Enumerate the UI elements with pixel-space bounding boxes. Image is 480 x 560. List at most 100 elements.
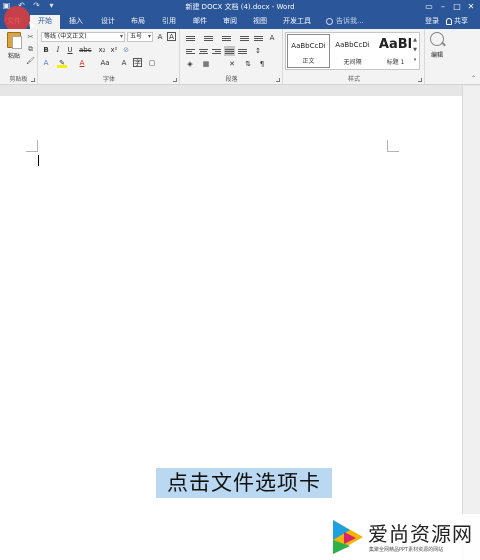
clear-format-icon[interactable]: ⊘ bbox=[121, 45, 131, 55]
ribbon: 粘贴 ✂ ⧉ 🖌 剪贴板 等线 (中文正文) 五号 A A B I U abc … bbox=[0, 29, 480, 85]
copy-icon[interactable]: ⧉ bbox=[26, 45, 35, 53]
font-launcher-icon[interactable] bbox=[173, 78, 177, 82]
paste-label: 粘贴 bbox=[7, 53, 20, 60]
tab-view[interactable]: 视图 bbox=[246, 15, 274, 29]
minimize-icon[interactable]: – bbox=[436, 0, 450, 13]
vertical-scrollbar[interactable] bbox=[462, 86, 480, 560]
find-icon bbox=[430, 32, 444, 46]
paste-button[interactable]: 粘贴 bbox=[3, 31, 25, 65]
style-name: 无间隔 bbox=[343, 59, 362, 66]
subscript-button[interactable]: x₂ bbox=[97, 45, 107, 55]
styles-gallery: AaBbCcDi 正文 AaBbCcDi 无间隔 AaBl 标题 1 ▲ ▼ ▾ bbox=[285, 32, 420, 70]
group-clipboard: 粘贴 ✂ ⧉ 🖌 剪贴板 bbox=[0, 29, 38, 85]
person-icon bbox=[446, 17, 452, 25]
tab-insert[interactable]: 插入 bbox=[62, 15, 90, 29]
watermark: 爱尚资源网 集聚全网精品PPT素材资源的网站 bbox=[326, 514, 480, 560]
format-painter-icon[interactable]: 🖌 bbox=[26, 57, 35, 65]
underline-button[interactable]: U bbox=[65, 45, 75, 55]
shading-icon[interactable]: ◈ bbox=[185, 59, 195, 69]
cut-icon[interactable]: ✂ bbox=[26, 33, 35, 41]
style-name: 标题 1 bbox=[386, 59, 405, 66]
collapse-ribbon-icon[interactable]: ⌃ bbox=[471, 75, 476, 82]
tab-design[interactable]: 设计 bbox=[94, 15, 122, 29]
tell-me-box[interactable]: 告诉我... bbox=[326, 16, 364, 26]
style-normal[interactable]: AaBbCcDi 正文 bbox=[287, 34, 330, 68]
highlight-color-icon[interactable]: ✎ bbox=[57, 58, 67, 68]
lightbulb-icon bbox=[326, 17, 333, 25]
watermark-title: 爱尚资源网 bbox=[368, 522, 473, 546]
bold-button[interactable]: B bbox=[41, 45, 51, 55]
justify-icon[interactable] bbox=[224, 46, 235, 56]
style-preview: AaBbCcDi bbox=[291, 42, 326, 50]
decrease-indent-icon[interactable] bbox=[239, 33, 250, 43]
change-case-icon[interactable]: Aa bbox=[97, 58, 113, 68]
title-bar: ▣ ↶ ↷ ▾ 新建 DOCX 文档 (4).docx - Word ▭ – □… bbox=[0, 0, 480, 13]
style-preview: AaBbCcDi bbox=[335, 41, 370, 49]
maximize-icon[interactable]: □ bbox=[450, 0, 464, 13]
crop-mark-top-right bbox=[387, 140, 399, 152]
style-preview: AaBl bbox=[378, 37, 413, 52]
tab-references[interactable]: 引用 bbox=[155, 15, 183, 29]
align-left-icon[interactable] bbox=[185, 46, 196, 56]
show-formatting-icon[interactable]: ¶ bbox=[257, 59, 267, 69]
strikethrough-button[interactable]: abc bbox=[79, 45, 92, 55]
line-spacing-icon[interactable]: ↕ bbox=[253, 46, 263, 56]
window-title: 新建 DOCX 文档 (4).docx - Word bbox=[185, 3, 295, 11]
align-right-icon[interactable] bbox=[211, 46, 222, 56]
group-paragraph: A ↕ ◈ ▦ ✕ ⇅ ¶ 段落 bbox=[181, 29, 283, 85]
window-controls: ▭ – □ ✕ bbox=[422, 0, 478, 13]
watermark-logo-icon bbox=[333, 520, 363, 554]
paragraph-launcher-icon[interactable] bbox=[276, 78, 280, 82]
scroll-up-icon[interactable]: ▲ bbox=[412, 35, 418, 45]
tab-developer[interactable]: 开发工具 bbox=[278, 15, 316, 29]
tutorial-caption: 点击文件选项卡 bbox=[156, 468, 332, 498]
character-border-icon[interactable]: ▢ bbox=[147, 58, 157, 68]
editing-label: 编辑 bbox=[430, 52, 443, 59]
bullets-icon[interactable] bbox=[185, 33, 196, 43]
tab-home[interactable]: 开始 bbox=[30, 15, 60, 29]
ribbon-options-icon[interactable]: ▭ bbox=[422, 0, 436, 13]
styles-scroll[interactable]: ▲ ▼ ▾ bbox=[412, 35, 418, 65]
sort-icon[interactable]: ⇅ bbox=[243, 59, 253, 69]
group-font: 等线 (中文正文) 五号 A A B I U abc x₂ x² ⊘ A ✎ A… bbox=[39, 29, 180, 85]
group-label-paragraph: 段落 bbox=[225, 76, 238, 83]
grow-font-icon[interactable]: A bbox=[155, 32, 165, 42]
style-name: 正文 bbox=[302, 58, 315, 65]
numbering-icon[interactable] bbox=[203, 33, 214, 43]
character-shading-icon[interactable]: A bbox=[119, 58, 129, 68]
close-icon[interactable]: ✕ bbox=[464, 0, 478, 13]
clipboard-icon bbox=[7, 32, 22, 49]
align-center-icon[interactable] bbox=[198, 46, 209, 56]
text-caret bbox=[38, 155, 39, 166]
increase-indent-icon[interactable] bbox=[253, 33, 264, 43]
borders-icon[interactable]: ▦ bbox=[201, 59, 211, 69]
superscript-button[interactable]: x² bbox=[109, 45, 119, 55]
phonetic-guide-icon[interactable]: A bbox=[167, 32, 176, 41]
styles-launcher-icon[interactable] bbox=[418, 78, 422, 82]
text-effects-icon[interactable]: A bbox=[41, 58, 51, 68]
group-label-font: 字体 bbox=[102, 76, 115, 83]
tab-review[interactable]: 审阅 bbox=[216, 15, 244, 29]
signin-link[interactable]: 登录 bbox=[425, 16, 439, 26]
group-label-styles: 样式 bbox=[347, 76, 360, 83]
tab-mailings[interactable]: 邮件 bbox=[186, 15, 214, 29]
clipboard-launcher-icon[interactable] bbox=[31, 78, 35, 82]
tab-layout[interactable]: 布局 bbox=[124, 15, 152, 29]
style-no-spacing[interactable]: AaBbCcDi 无间隔 bbox=[331, 34, 374, 68]
style-heading-1[interactable]: AaBl 标题 1 bbox=[374, 34, 417, 68]
chinese-layout-icon[interactable]: A bbox=[267, 33, 277, 43]
asian-layout-icon[interactable]: ✕ bbox=[227, 59, 237, 69]
font-color-icon[interactable]: A bbox=[77, 58, 87, 68]
font-name-combo[interactable]: 等线 (中文正文) bbox=[41, 32, 125, 42]
group-editing[interactable]: 编辑 bbox=[426, 29, 448, 85]
italic-button[interactable]: I bbox=[53, 45, 63, 55]
tell-me-text: 告诉我... bbox=[336, 17, 364, 25]
ribbon-tabs: 文件 开始 插入 设计 布局 引用 邮件 审阅 视图 开发工具 告诉我... 登… bbox=[0, 13, 480, 29]
distributed-icon[interactable] bbox=[237, 46, 248, 56]
enclose-characters-icon[interactable]: 字 bbox=[133, 58, 142, 67]
multilevel-list-icon[interactable] bbox=[221, 33, 232, 43]
scroll-down-icon[interactable]: ▼ bbox=[412, 45, 418, 55]
more-styles-icon[interactable]: ▾ bbox=[412, 55, 418, 65]
share-button[interactable]: 共享 bbox=[446, 16, 468, 26]
font-size-combo[interactable]: 五号 bbox=[127, 32, 153, 42]
